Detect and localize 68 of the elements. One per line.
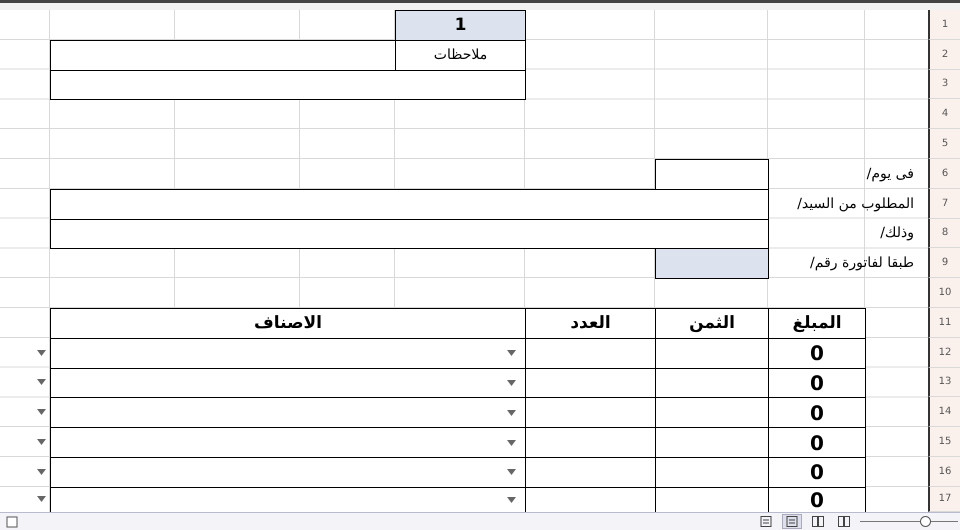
table-cell: 0 <box>768 427 866 458</box>
row-number: 2 <box>928 40 960 70</box>
row-number: 5 <box>928 129 960 159</box>
table-cell[interactable] <box>655 338 769 369</box>
dropdown-icon[interactable] <box>37 409 46 416</box>
notes-field[interactable] <box>50 70 526 100</box>
dropdown-cell[interactable] <box>50 338 526 369</box>
row-number: 14 <box>928 397 960 428</box>
row-number: 13 <box>928 368 960 398</box>
column-header: الاصناف <box>50 308 526 339</box>
table-cell: 0 <box>768 397 866 428</box>
notes-field[interactable] <box>50 40 396 71</box>
table-cell[interactable] <box>525 427 656 458</box>
row-number: 7 <box>928 188 960 219</box>
input-field[interactable] <box>655 248 769 280</box>
dropdown-icon[interactable] <box>37 439 46 446</box>
table-cell: 0 <box>768 456 866 488</box>
column-header: العدد <box>525 308 656 339</box>
row-number: 6 <box>928 158 960 189</box>
dropdown-icon[interactable] <box>37 496 46 502</box>
table-cell: ملاحظات <box>395 40 526 71</box>
dropdown-icon[interactable] <box>507 380 516 386</box>
input-field[interactable] <box>50 218 769 250</box>
dropdown-icon[interactable] <box>507 440 516 446</box>
row-number: 8 <box>928 218 960 248</box>
table-cell[interactable] <box>655 397 769 428</box>
view-button[interactable] <box>782 514 802 529</box>
dropdown-icon[interactable] <box>507 350 516 356</box>
dropdown-cell[interactable] <box>50 427 526 458</box>
dropdown-icon[interactable] <box>37 379 46 386</box>
sheet-icon[interactable] <box>6 516 18 528</box>
row-number: 1 <box>928 10 960 40</box>
dropdown-icon[interactable] <box>507 410 516 416</box>
table-cell[interactable] <box>655 427 769 458</box>
row-number: 10 <box>928 278 960 308</box>
table-cell: 0 <box>768 368 866 398</box>
row-number: 17 <box>928 486 960 512</box>
row-number: 16 <box>928 456 960 487</box>
dropdown-cell[interactable] <box>50 368 526 398</box>
row-number: 12 <box>928 338 960 368</box>
field-label: المطلوب من السيد/ <box>796 194 915 214</box>
field-label: فى يوم/ <box>866 164 915 184</box>
field-label: طبقا لفاتورة رقم/ <box>809 254 915 274</box>
input-field[interactable] <box>50 188 769 220</box>
row-number: 15 <box>928 427 960 457</box>
table-cell[interactable] <box>525 368 656 398</box>
table-cell: 0 <box>768 338 866 369</box>
dropdown-icon[interactable] <box>507 496 516 503</box>
row-number: 3 <box>928 70 960 100</box>
row-number: 11 <box>928 308 960 338</box>
field-label: وذلك/ <box>879 224 915 244</box>
table-cell[interactable] <box>525 397 656 428</box>
input-field[interactable] <box>655 158 769 190</box>
column-header: الثمن <box>655 308 769 339</box>
table-cell[interactable] <box>525 338 656 369</box>
column-header: المبلغ <box>768 308 866 339</box>
row-number: 4 <box>928 99 960 130</box>
table-cell[interactable] <box>525 456 656 488</box>
dropdown-icon[interactable] <box>507 469 516 476</box>
dropdown-cell[interactable] <box>50 456 526 488</box>
dropdown-cell[interactable] <box>50 486 526 512</box>
table-cell[interactable] <box>655 368 769 398</box>
row-number: 9 <box>928 248 960 278</box>
dropdown-cell[interactable] <box>50 397 526 428</box>
table-cell: 1 <box>395 10 526 41</box>
dropdown-icon[interactable] <box>37 468 46 475</box>
dropdown-icon[interactable] <box>37 350 46 356</box>
table-cell[interactable] <box>655 456 769 488</box>
